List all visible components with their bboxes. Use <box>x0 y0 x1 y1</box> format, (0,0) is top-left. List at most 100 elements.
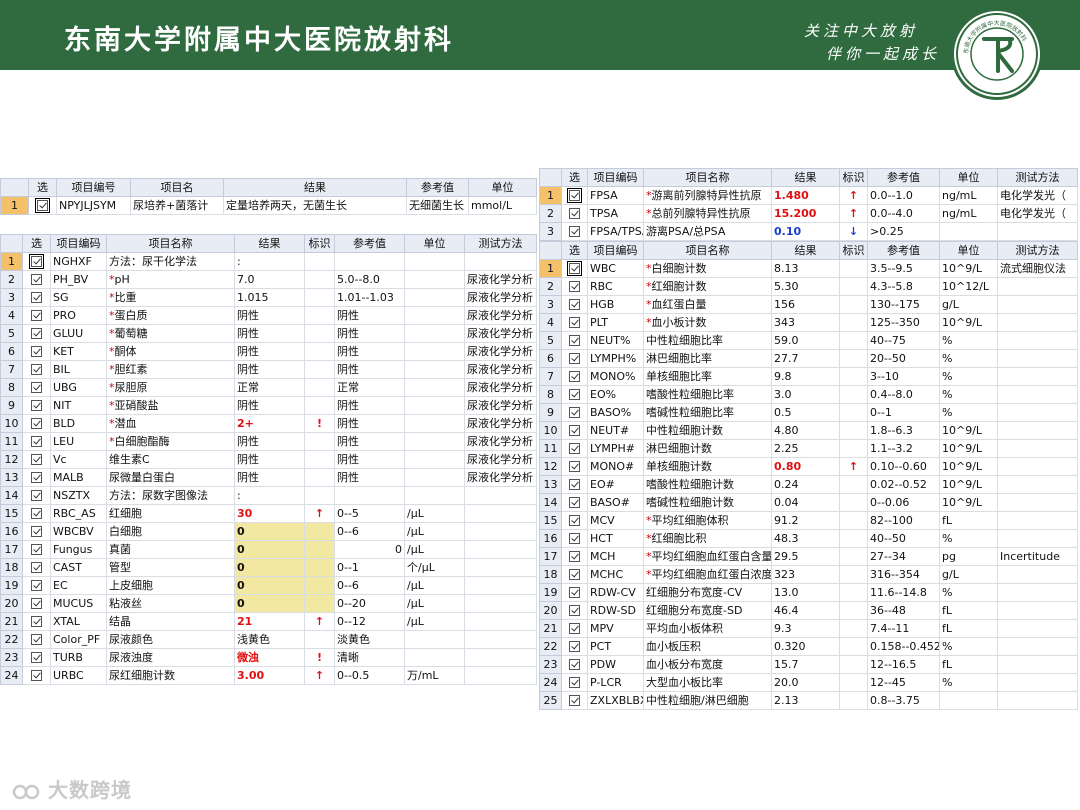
row-checkbox[interactable] <box>569 479 580 490</box>
row-checkbox[interactable] <box>31 544 42 555</box>
row-checkbox[interactable] <box>31 508 42 519</box>
table-row[interactable]: 4 PRO *蛋白质 阴性 阴性 尿液化学分析 <box>0 306 537 325</box>
table-row[interactable]: 1 NGHXF 方法：尿干化学法: <box>0 252 537 271</box>
select-cell[interactable] <box>22 612 51 631</box>
select-cell[interactable] <box>561 259 588 278</box>
row-checkbox[interactable] <box>31 328 42 339</box>
table-row[interactable]: 11 LEU *白细胞酯酶 阴性 阴性 尿液化学分析 <box>0 432 537 451</box>
select-cell[interactable] <box>22 396 51 415</box>
select-cell[interactable] <box>22 540 51 559</box>
row-checkbox[interactable] <box>569 551 580 562</box>
table-row[interactable]: 20 RDW-SD 红细胞分布宽度-SD 46.4 36--48 fL <box>539 601 1078 620</box>
column-header[interactable]: 测试方法 <box>997 168 1078 187</box>
column-header[interactable]: 项目名 <box>130 178 224 197</box>
row-checkbox[interactable] <box>569 461 580 472</box>
row-checkbox[interactable] <box>569 425 580 436</box>
column-header[interactable]: 结果 <box>223 178 407 197</box>
select-cell[interactable] <box>22 522 51 541</box>
select-cell[interactable] <box>561 313 588 332</box>
table-row[interactable]: 20 MUCUS 粘液丝 0 0--20/μL <box>0 594 537 613</box>
row-checkbox[interactable] <box>569 533 580 544</box>
table-row[interactable]: 16 HCT *红细胞比积 48.3 40--50% <box>539 529 1078 548</box>
row-checkbox[interactable] <box>31 274 42 285</box>
select-cell[interactable] <box>22 306 51 325</box>
table-row[interactable]: 21 XTAL 结晶 21 ↑ 0--12/μL <box>0 612 537 631</box>
row-checkbox[interactable] <box>35 198 50 213</box>
select-cell[interactable] <box>561 222 588 241</box>
column-header[interactable]: 参考值 <box>334 234 405 253</box>
row-checkbox[interactable] <box>31 652 42 663</box>
table-row[interactable]: 23 PDW 血小板分布宽度 15.7 12--16.5 fL <box>539 655 1078 674</box>
row-checkbox[interactable] <box>569 515 580 526</box>
row-checkbox[interactable] <box>31 346 42 357</box>
table-row[interactable]: 24 P-LCR 大型血小板比率 20.0 12--45% <box>539 673 1078 692</box>
select-cell[interactable] <box>22 270 51 289</box>
row-checkbox[interactable] <box>569 443 580 454</box>
table-row[interactable]: 2 RBC *红细胞计数 5.30 4.3--5.8 10^12/L <box>539 277 1078 296</box>
column-header[interactable]: 标识 <box>839 241 868 260</box>
table-row[interactable]: 2 PH_BV *pH 7.0 5.0--8.0 尿液化学分析 <box>0 270 537 289</box>
select-cell[interactable] <box>561 655 588 674</box>
row-checkbox[interactable] <box>31 454 42 465</box>
table-row[interactable]: 8 EO% 嗜酸性粒细胞比率 3.0 0.4--8.0% <box>539 385 1078 404</box>
column-header[interactable]: 测试方法 <box>464 234 537 253</box>
table-row[interactable]: 6 LYMPH% 淋巴细胞比率 27.7 20--50% <box>539 349 1078 368</box>
select-cell[interactable] <box>22 360 51 379</box>
column-header[interactable]: 结果 <box>771 241 840 260</box>
row-checkbox[interactable] <box>567 188 582 203</box>
select-cell[interactable] <box>22 432 51 451</box>
row-checkbox[interactable] <box>31 364 42 375</box>
table-row[interactable]: 13 MALB 尿微量白蛋白 阴性 阴性 尿液化学分析 <box>0 468 537 487</box>
column-header[interactable]: 测试方法 <box>997 241 1078 260</box>
row-checkbox[interactable] <box>567 261 582 276</box>
row-checkbox[interactable] <box>569 208 580 219</box>
select-cell[interactable] <box>561 295 588 314</box>
table-row[interactable]: 3 FPSA/TPSA游离PSA/总PSA 0.10↓>0.25 <box>539 222 1078 241</box>
table-row[interactable]: 5 NEUT% 中性粒细胞比率 59.0 40--75% <box>539 331 1078 350</box>
column-header[interactable]: 单位 <box>404 234 465 253</box>
column-header[interactable]: 单位 <box>939 241 998 260</box>
row-checkbox[interactable] <box>569 389 580 400</box>
row-checkbox[interactable] <box>569 569 580 580</box>
column-header[interactable]: 项目名称 <box>643 241 772 260</box>
table-row[interactable]: 22 PCT 血小板压积 0.320 0.158--0.452% <box>539 637 1078 656</box>
table-row[interactable]: 25 ZXLXBLBX 中性粒细胞/淋巴细胞 2.13 0.8--3.75 <box>539 691 1078 710</box>
table-row[interactable]: 14 NSZTX 方法：尿数字图像法: <box>0 486 537 505</box>
table-row[interactable]: 10 BLD *潜血 2+! 阴性 尿液化学分析 <box>0 414 537 433</box>
row-checkbox[interactable] <box>31 418 42 429</box>
row-checkbox[interactable] <box>569 335 580 346</box>
column-header[interactable]: 参考值 <box>867 241 940 260</box>
row-checkbox[interactable] <box>31 526 42 537</box>
table-row[interactable]: 5 GLUU *葡萄糖 阴性 阴性 尿液化学分析 <box>0 324 537 343</box>
select-cell[interactable] <box>22 288 51 307</box>
row-checkbox[interactable] <box>31 634 42 645</box>
select-cell[interactable] <box>561 583 588 602</box>
select-cell[interactable] <box>561 439 588 458</box>
select-cell[interactable] <box>22 450 51 469</box>
column-header[interactable]: 项目名称 <box>643 168 772 187</box>
row-checkbox[interactable] <box>569 659 580 670</box>
select-cell[interactable] <box>561 204 588 223</box>
table-row[interactable]: 23 TURB 尿液浊度 微浊! 清晰 <box>0 648 537 667</box>
row-checkbox[interactable] <box>31 292 42 303</box>
table-row[interactable]: 18 CAST 管型 0 0--1 个/μL <box>0 558 537 577</box>
column-header[interactable]: 结果 <box>234 234 305 253</box>
table-row[interactable]: 12 MONO# 单核细胞计数 0.80 ↑ 0.10--0.60 10^9/L <box>539 457 1078 476</box>
table-row[interactable]: 1 FPSA *游离前列腺特异性抗原 1.480 ↑ 0.0--1.0 ng/mL 电化学发光… <box>539 186 1078 205</box>
select-cell[interactable] <box>561 349 588 368</box>
row-checkbox[interactable] <box>569 641 580 652</box>
row-checkbox[interactable] <box>569 371 580 382</box>
table-row[interactable]: 19 RDW-CV 红细胞分布宽度-CV 13.0 11.6--14.8% <box>539 583 1078 602</box>
select-cell[interactable] <box>22 594 51 613</box>
column-header[interactable]: 项目编码 <box>50 234 107 253</box>
select-cell[interactable] <box>561 601 588 620</box>
column-header[interactable]: 结果 <box>771 168 840 187</box>
row-checkbox[interactable] <box>31 562 42 573</box>
row-checkbox[interactable] <box>569 677 580 688</box>
table-row[interactable]: 7 MONO% 单核细胞比率 9.8 3--10% <box>539 367 1078 386</box>
table-row[interactable]: 18 MCHC *平均红细胞血红蛋白浓度 323 316--354 g/L <box>539 565 1078 584</box>
table-row[interactable]: 19 EC 上皮细胞 0 0--6/μL <box>0 576 537 595</box>
column-header[interactable]: 选 <box>22 234 51 253</box>
table-row[interactable]: 7 BIL *胆红素 阴性 阴性 尿液化学分析 <box>0 360 537 379</box>
row-checkbox[interactable] <box>31 400 42 411</box>
